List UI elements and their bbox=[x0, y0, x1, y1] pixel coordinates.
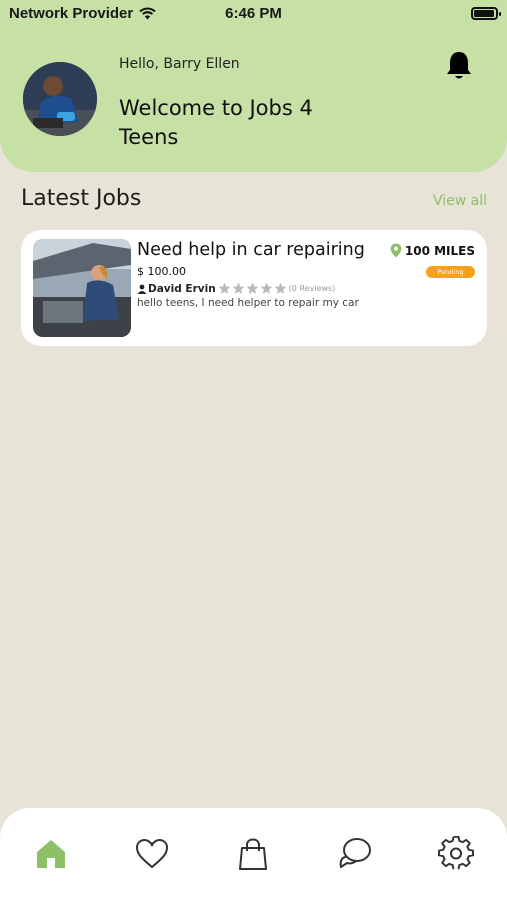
notifications-button[interactable] bbox=[442, 48, 476, 82]
home-icon bbox=[37, 840, 65, 868]
clock: 6:46 PM bbox=[225, 5, 282, 22]
location-pin-icon bbox=[390, 243, 402, 258]
job-poster: David Ervin (0 Reviews) bbox=[137, 282, 335, 295]
job-title: Need help in car repairing bbox=[137, 240, 365, 260]
view-all-link[interactable]: View all bbox=[433, 193, 487, 209]
star-icon bbox=[246, 282, 259, 294]
job-price: $ 100.00 bbox=[137, 265, 186, 278]
job-photo bbox=[33, 239, 131, 337]
status-bar: Network Provider 6:46 PM bbox=[0, 0, 507, 28]
greeting-text: Hello, Barry Ellen bbox=[119, 56, 240, 72]
star-icon bbox=[232, 282, 245, 294]
star-icon bbox=[274, 282, 287, 294]
status-badge: Pending bbox=[426, 266, 475, 278]
star-icon bbox=[218, 282, 231, 294]
nav-settings[interactable] bbox=[438, 835, 474, 872]
avatar-photo bbox=[23, 62, 97, 136]
nav-jobs[interactable] bbox=[235, 836, 271, 872]
section-title: Latest Jobs bbox=[21, 186, 142, 211]
rating-stars bbox=[218, 282, 288, 295]
settings-icon bbox=[438, 835, 474, 870]
avatar[interactable] bbox=[23, 62, 97, 136]
nav-favorites[interactable] bbox=[134, 836, 170, 872]
heart-icon bbox=[135, 838, 169, 869]
poster-name: David Ervin bbox=[148, 282, 216, 295]
nav-home[interactable] bbox=[33, 836, 69, 872]
welcome-heading: Welcome to Jobs 4 Teens bbox=[119, 96, 313, 149]
reviews-count: (0 Reviews) bbox=[288, 284, 336, 293]
nav-messages[interactable] bbox=[337, 836, 373, 872]
job-description: hello teens, I need helper to repair my … bbox=[137, 297, 359, 309]
battery-icon bbox=[471, 7, 501, 20]
chat-icon bbox=[339, 838, 371, 868]
distance-label: 100 MILES bbox=[404, 243, 475, 258]
job-thumbnail bbox=[33, 239, 131, 337]
bell-icon bbox=[447, 52, 471, 79]
job-card[interactable]: Need help in car repairing $ 100.00 Davi… bbox=[21, 230, 487, 346]
shopping-bag-icon bbox=[239, 838, 267, 870]
bottom-nav bbox=[0, 808, 507, 900]
star-icon bbox=[260, 282, 273, 294]
person-icon bbox=[137, 284, 147, 294]
job-distance: 100 MILES bbox=[390, 243, 475, 258]
